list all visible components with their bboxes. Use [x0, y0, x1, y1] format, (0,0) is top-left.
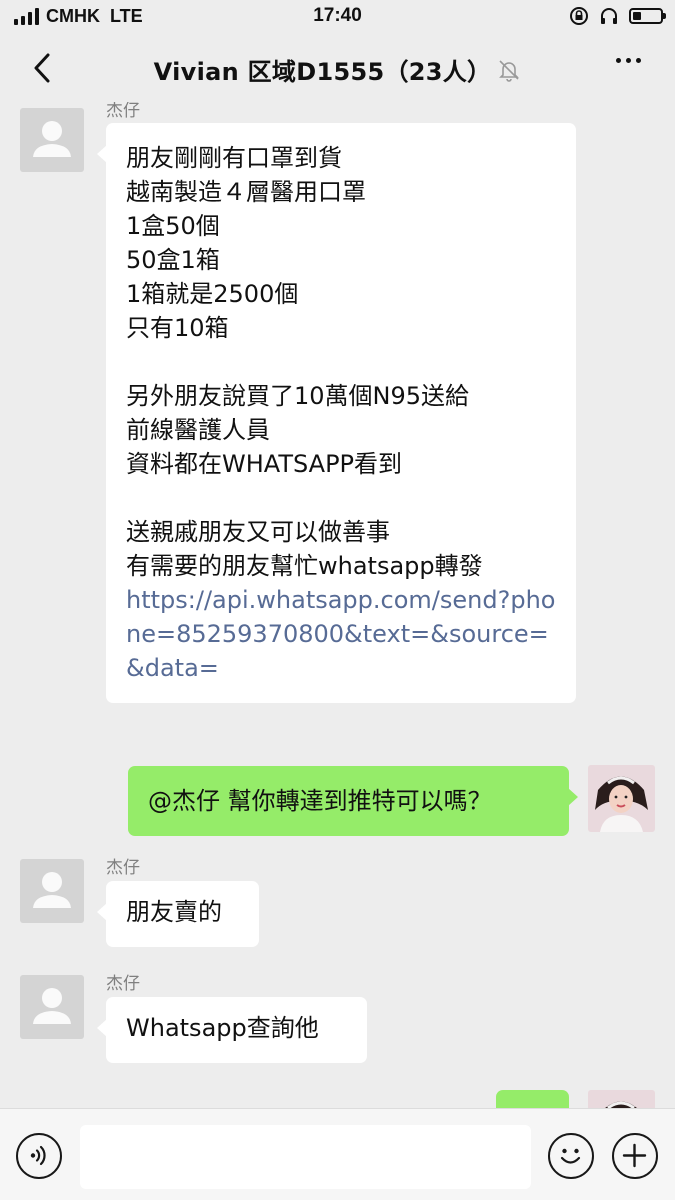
avatar-photo: [588, 1090, 655, 1108]
plus-button[interactable]: [612, 1133, 658, 1179]
message-bubble[interactable]: 朋友剛剛有口罩到貨 越南製造４層醫用口罩 1盒50個 50盒1箱 1箱就是250…: [97, 123, 576, 703]
message-link[interactable]: https://api.whatsapp.com/send?phone=8525…: [126, 586, 555, 682]
sender-name: 杰仔: [106, 102, 140, 121]
sender-avatar[interactable]: [20, 108, 84, 172]
message-input[interactable]: [80, 1125, 531, 1189]
more-dot: [636, 58, 641, 63]
sender-avatar[interactable]: [20, 975, 84, 1039]
emoji-icon: [560, 1148, 581, 1164]
my-avatar[interactable]: [588, 765, 655, 832]
battery-icon: [629, 8, 666, 24]
avatar-photo: [588, 765, 655, 832]
my-avatar[interactable]: [588, 1090, 655, 1108]
nav-title-wrap: Vivian 区域D1555（23人）: [0, 52, 675, 87]
status-bar: CMHK LTE 17:40: [0, 0, 675, 36]
voice-button[interactable]: [16, 1133, 62, 1179]
chat-title: Vivian 区域D1555（23人）: [153, 58, 492, 86]
battery-fill: [633, 12, 641, 20]
sent-message-bubble[interactable]: [496, 1090, 569, 1108]
message-text: Whatsapp查詢他: [126, 1014, 319, 1042]
chat-area[interactable]: 杰仔 朋友剛剛有口罩到貨 越南製造４層醫用口罩 1盒50個 50盒1箱 1箱就是…: [0, 102, 675, 1108]
message-text: @杰仔 幫你轉達到推特可以嗎？: [148, 787, 492, 815]
lock-rotation-icon: [570, 7, 588, 25]
default-avatar-icon: [33, 988, 71, 1024]
default-avatar-icon: [33, 872, 71, 908]
message-text: 朋友賣的: [126, 898, 222, 926]
status-icons: [569, 6, 666, 26]
plus-icon: [622, 1143, 647, 1168]
default-avatar-icon: [33, 121, 71, 157]
message-bubble[interactable]: Whatsapp查詢他: [97, 997, 367, 1063]
input-bar: [0, 1108, 675, 1200]
sender-name: 杰仔: [106, 974, 140, 994]
sent-message-bubble[interactable]: @杰仔 幫你轉達到推特可以嗎？: [128, 766, 578, 836]
more-icon: [616, 58, 621, 63]
sender-name: 杰仔: [106, 858, 140, 878]
voice-icon: [30, 1145, 46, 1166]
message-bubble[interactable]: 朋友賣的: [97, 881, 259, 947]
more-dot: [626, 58, 631, 63]
emoji-button[interactable]: [548, 1133, 594, 1179]
mute-bell-icon: [499, 59, 520, 82]
nav-bar: Vivian 区域D1555（23人）: [0, 36, 675, 102]
sender-avatar[interactable]: [20, 859, 84, 923]
more-button[interactable]: [616, 58, 641, 63]
headphones-icon: [601, 8, 617, 24]
message-text: 朋友剛剛有口罩到貨 越南製造４層醫用口罩 1盒50個 50盒1箱 1箱就是250…: [126, 144, 483, 580]
